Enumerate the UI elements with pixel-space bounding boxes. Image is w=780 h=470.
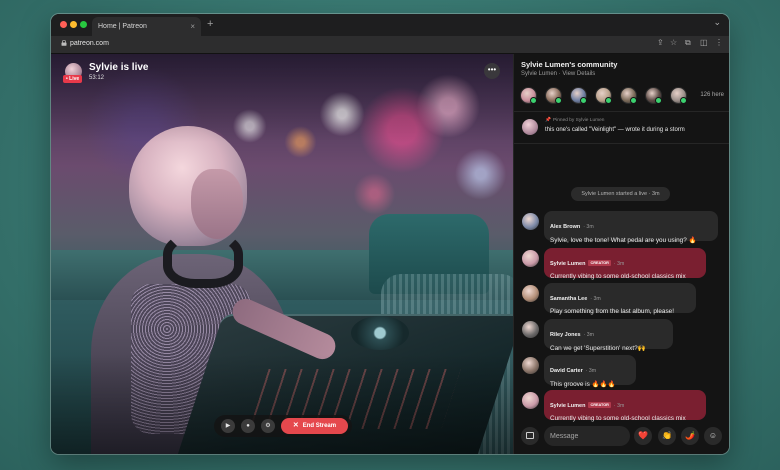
message-header: David Carter · 3m (550, 359, 630, 377)
message-avatar[interactable] (522, 250, 539, 267)
message-avatar[interactable] (522, 357, 539, 374)
message-bubble: Alex Brown · 3m Sylvie, love the tone! Wha… (544, 211, 718, 244)
extensions-icon[interactable]: ⧉ (685, 38, 691, 48)
close-window-button[interactable] (60, 21, 67, 28)
message-bubble: Samantha Lee · 3m Play something from the … (544, 283, 696, 315)
community-panel: Sylvie Lumen's community Sylvie Lumen · … (513, 54, 729, 454)
stream-title: Sylvie is live (89, 62, 149, 73)
message-bubble: David Carter · 3m This groove is 🔥🔥🔥 (544, 355, 636, 388)
message-header: Riley Jones · 3m (550, 323, 667, 341)
pinned-message: this one's called "Veinlight" — wrote it… (545, 127, 685, 133)
message-avatar[interactable] (522, 285, 539, 302)
message-text: Currently vibing to some old-school clas… (550, 273, 686, 280)
viewer-avatars: 126 here (520, 87, 724, 105)
message-text: Can we get 'Superstition' next?🙌 (550, 345, 646, 352)
message-time: · 3m (585, 368, 597, 374)
viewer-count[interactable]: 126 here (700, 92, 724, 98)
close-icon: ✕ (292, 422, 299, 429)
message-author[interactable]: Riley Jones (550, 332, 581, 338)
message-time: · 3m (613, 403, 625, 409)
viewer-avatar[interactable] (645, 87, 662, 104)
message-composer: ❤️ 👏 🌶️ ☺ (514, 418, 729, 454)
clap-reaction-button[interactable]: 👏 (658, 427, 676, 445)
url-field[interactable]: patreon.com (70, 38, 109, 50)
stream-controls: ▶ ● ⚙ ✕ End Stream (214, 415, 352, 437)
message-author[interactable]: Sylvie Lumen (550, 261, 585, 267)
image-icon (526, 432, 534, 439)
system-message: Sylvie Lumen started a live · 3m (571, 187, 670, 201)
sidebar-toggle-icon[interactable]: ◫ (700, 38, 708, 47)
browser-window: Home | Patreon × + ⌄ patreon.com ⇪ ☆ ⧉ ◫… (51, 14, 729, 454)
message-time: · 3m (583, 332, 594, 338)
viewer-avatar[interactable] (545, 87, 562, 104)
video-shade (51, 54, 513, 454)
tab-home-patreon[interactable]: Home | Patreon × (92, 17, 201, 36)
address-bar: patreon.com ⇪ ☆ ⧉ ◫ ⋮ (51, 36, 729, 54)
message-avatar[interactable] (522, 392, 539, 409)
viewer-avatar[interactable] (570, 87, 587, 104)
attach-image-button[interactable] (521, 427, 539, 445)
message-author[interactable]: Alex Brown (550, 224, 580, 230)
message-avatar[interactable] (522, 213, 539, 230)
pin-icon: 📌 (545, 118, 551, 123)
viewer-avatar[interactable] (670, 87, 687, 104)
settings-gear-icon[interactable]: ⚙ (261, 419, 275, 433)
message-text: This groove is 🔥🔥🔥 (550, 381, 616, 388)
message-time: · 3m (613, 261, 625, 267)
message-bubble: Sylvie Lumen CREATOR · 3m Currently vibing … (544, 390, 706, 422)
end-stream-label: End Stream (302, 423, 337, 429)
end-stream-button[interactable]: ✕ End Stream (281, 418, 348, 434)
pinned-label: 📌 Pinned by Sylvie Lumen (545, 118, 604, 123)
message-bubble: Riley Jones · 3m Can we get 'Superstition'… (544, 319, 673, 352)
add-reaction-button[interactable]: ☺ (704, 427, 722, 445)
pinned-label-text: Pinned by Sylvie Lumen (552, 118, 605, 123)
tab-close-icon[interactable]: × (190, 17, 195, 36)
share-icon[interactable]: ⇪ (657, 38, 664, 47)
message-time: · 3m (583, 224, 594, 230)
heart-reaction-button[interactable]: ❤️ (634, 427, 652, 445)
browser-menu-icon[interactable]: ⋮ (715, 38, 723, 47)
lock-icon (61, 40, 67, 46)
creator-badge: CREATOR (588, 260, 611, 266)
stream-elapsed-time: 53:12 (89, 75, 105, 81)
viewer-avatar[interactable] (620, 87, 637, 104)
message-time: · 3m (590, 296, 601, 302)
maximize-window-button[interactable] (80, 21, 87, 28)
minimize-window-button[interactable] (70, 21, 77, 28)
community-title: Sylvie Lumen's community (521, 60, 618, 69)
live-badge: • Live (63, 75, 83, 83)
community-subtitle[interactable]: Sylvie Lumen · View Details (521, 71, 595, 77)
message-author[interactable]: David Carter (550, 368, 583, 374)
camera-icon[interactable]: ▶ (221, 419, 235, 433)
message-bubble: Sylvie Lumen CREATOR · 3m Currently vibing … (544, 248, 706, 280)
tab-bar: Home | Patreon × + ⌄ (51, 14, 729, 36)
creator-badge: CREATOR (588, 402, 611, 408)
divider (514, 143, 729, 144)
viewer-avatar[interactable] (595, 87, 612, 104)
message-avatar[interactable] (522, 321, 539, 338)
message-author[interactable]: Sylvie Lumen (550, 403, 585, 409)
viewer-avatar[interactable] (520, 87, 537, 104)
pinned-avatar (522, 119, 538, 135)
pepper-reaction-button[interactable]: 🌶️ (681, 427, 699, 445)
live-video-stage[interactable]: • Live Sylvie is live 53:12 ••• ▶ ● ⚙ ✕ E… (51, 54, 513, 454)
message-header: Sylvie Lumen CREATOR · 3m (550, 252, 700, 270)
message-text: Play something from the last album, plea… (550, 308, 674, 315)
message-header: Alex Brown · 3m (550, 215, 712, 233)
new-tab-button[interactable]: + (207, 18, 213, 30)
message-header: Sylvie Lumen CREATOR · 3m (550, 394, 700, 412)
message-header: Samantha Lee · 3m (550, 287, 690, 305)
microphone-icon[interactable]: ● (241, 419, 255, 433)
more-options-button[interactable]: ••• (484, 63, 500, 79)
divider (514, 111, 729, 112)
tab-title: Home | Patreon (98, 23, 147, 30)
message-input[interactable] (544, 426, 630, 446)
tabs-dropdown-icon[interactable]: ⌄ (713, 17, 721, 28)
bookmark-star-icon[interactable]: ☆ (670, 38, 677, 47)
message-text: Sylvie, love the tone! What pedal are yo… (550, 237, 697, 244)
message-author[interactable]: Samantha Lee (550, 296, 587, 302)
